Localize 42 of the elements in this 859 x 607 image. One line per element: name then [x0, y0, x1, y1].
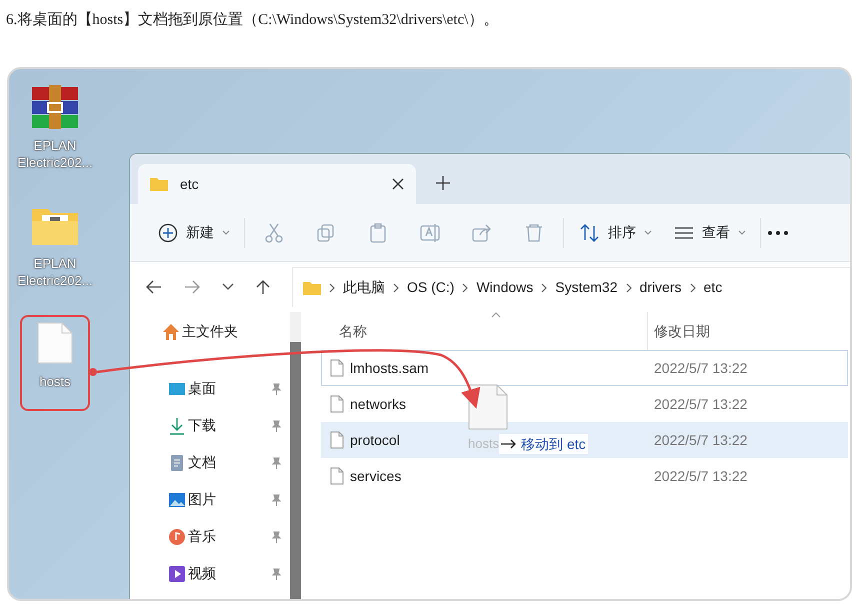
drag-action-text: 移动到 etc: [521, 434, 586, 454]
file-row[interactable]: lmhosts.sam 2022/5/7 13:22: [321, 350, 848, 386]
dragged-file-label: hosts: [468, 435, 500, 454]
file-row[interactable]: networks 2022/5/7 13:22: [321, 386, 848, 422]
sidebar-label: 视频: [188, 564, 217, 583]
breadcrumb-item[interactable]: drivers: [640, 277, 682, 298]
file-name: services: [350, 468, 402, 484]
sidebar-label: 音乐: [188, 527, 217, 546]
sidebar-item[interactable]: 文档: [168, 453, 282, 472]
file-row[interactable]: services 2022/5/7 13:22: [321, 458, 848, 494]
sidebar-item[interactable]: 桌面: [168, 379, 282, 398]
file-name: lmhosts.sam: [350, 360, 429, 376]
sidebar-item[interactable]: 音乐: [168, 527, 282, 546]
column-header[interactable]: 修改日期: [648, 320, 710, 342]
breadcrumb-item[interactable]: etc: [704, 277, 722, 298]
file-name: protocol: [350, 432, 400, 448]
file-date: 2022/5/7 13:22: [653, 466, 748, 486]
breadcrumb-item[interactable]: OS (C:): [407, 277, 454, 298]
file-name: networks: [350, 396, 406, 412]
file-date: 2022/5/7 13:22: [653, 358, 748, 378]
new-button[interactable]: 新建: [150, 214, 238, 250]
sidebar-item[interactable]: 主文件夹: [162, 322, 282, 341]
column-header[interactable]: 名称: [321, 320, 647, 342]
sidebar-item[interactable]: 视频: [168, 564, 282, 583]
sidebar-label: 图片: [188, 490, 217, 509]
file-date: 2022/5/7 13:22: [653, 430, 748, 450]
sidebar-item[interactable]: 图片: [168, 490, 282, 509]
breadcrumb-item[interactable]: 此电脑: [343, 277, 385, 298]
tab[interactable]: etc: [138, 164, 416, 204]
sidebar-label: 文档: [188, 453, 217, 472]
sidebar-item[interactable]: 下载: [168, 416, 282, 435]
instruction-text: 6.将桌面的【hosts】文档拖到原位置（C:\Windows\System32\drivers\etc\）。: [5, 10, 500, 30]
tab-label: etc: [180, 174, 200, 194]
sidebar-label: 桌面: [188, 379, 217, 398]
view-button[interactable]: 查看: [666, 214, 754, 250]
sidebar-label: 主文件夹: [182, 322, 239, 341]
sidebar-label: 下载: [188, 416, 217, 435]
address-bar[interactable]: 此电脑 OS (C:) Windows System32 drivers etc: [292, 267, 850, 307]
breadcrumb-item[interactable]: System32: [555, 277, 618, 298]
sort-button[interactable]: 排序: [572, 214, 660, 250]
file-date: 2022/5/7 13:22: [653, 394, 748, 414]
breadcrumb-item[interactable]: Windows: [476, 277, 534, 298]
